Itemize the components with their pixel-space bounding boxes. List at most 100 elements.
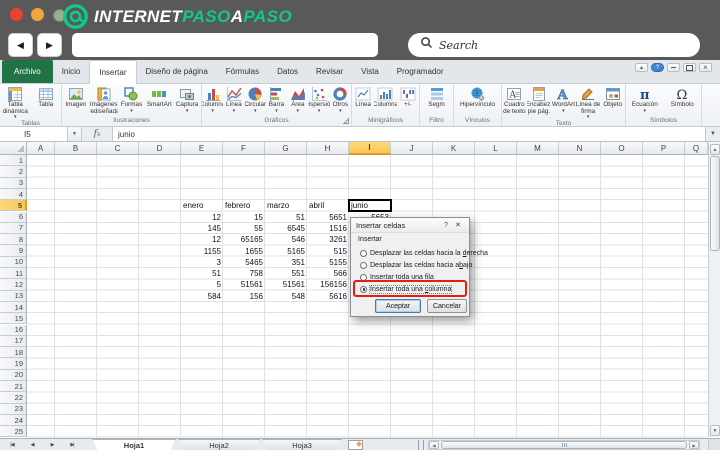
column-header-H[interactable]: H <box>307 142 349 155</box>
row-header-2[interactable]: 2 <box>0 166 27 177</box>
insert-function-button[interactable]: fx <box>82 127 113 141</box>
cell-F13[interactable]: 156 <box>223 291 265 302</box>
ribbon-button-imagen[interactable]: Imagen <box>62 85 90 109</box>
cell-G10[interactable]: 351 <box>265 257 307 268</box>
cell-E13[interactable]: 584 <box>181 291 223 302</box>
cell-H13[interactable]: 5616 <box>307 291 349 302</box>
ribbon-button-wordart[interactable]: AWordArt▾ <box>551 85 576 113</box>
radio-unselected-icon[interactable] <box>360 250 367 257</box>
column-header-L[interactable]: L <box>475 142 517 155</box>
first-sheet-button[interactable]: |◀ <box>4 440 20 450</box>
tab-datos[interactable]: Datos <box>268 60 307 83</box>
next-sheet-button[interactable]: ▶ <box>44 440 60 450</box>
column-header-K[interactable]: K <box>433 142 475 155</box>
address-bar-input[interactable] <box>72 33 378 57</box>
window-close-dot[interactable] <box>10 8 23 21</box>
collapse-ribbon-icon[interactable] <box>635 63 648 72</box>
scroll-right-icon[interactable]: ▶ <box>689 441 699 449</box>
cell-H12[interactable]: 156156 <box>307 279 349 290</box>
row-header-12[interactable]: 12 <box>0 279 27 290</box>
row-header-18[interactable]: 18 <box>0 347 27 358</box>
row-header-14[interactable]: 14 <box>0 302 27 313</box>
scroll-down-icon[interactable]: ▼ <box>710 425 720 436</box>
row-header-3[interactable]: 3 <box>0 178 27 189</box>
column-header-E[interactable]: E <box>181 142 223 155</box>
ribbon-button-ecuaci-n[interactable]: πEcuación▾ <box>626 85 664 113</box>
cell-G9[interactable]: 5165 <box>265 245 307 256</box>
column-header-F[interactable]: F <box>223 142 265 155</box>
column-header-G[interactable]: G <box>265 142 307 155</box>
row-header-22[interactable]: 22 <box>0 392 27 403</box>
ribbon-button-s-mbolo[interactable]: ΩSímbolo <box>664 85 702 109</box>
dialog-close-icon[interactable]: ✕ <box>452 221 464 229</box>
row-header-8[interactable]: 8 <box>0 234 27 245</box>
accept-button[interactable]: Aceptar <box>375 299 421 313</box>
cell-H6[interactable]: 5651 <box>307 212 349 223</box>
cell-F8[interactable]: 65165 <box>223 234 265 245</box>
row-header-20[interactable]: 20 <box>0 370 27 381</box>
window-minimize-dot[interactable] <box>31 8 44 21</box>
dialog-help-icon[interactable]: ? <box>440 222 452 229</box>
close-icon[interactable] <box>699 63 712 72</box>
cell-H5[interactable]: abril <box>307 200 349 211</box>
ribbon-button-l-nea[interactable]: Línea▾ <box>223 85 244 113</box>
cell-H7[interactable]: 1516 <box>307 223 349 234</box>
cell-E11[interactable]: 51 <box>181 268 223 279</box>
cell-G7[interactable]: 6545 <box>265 223 307 234</box>
sheet-tab-hoja2[interactable]: Hoja2 <box>178 439 260 450</box>
ribbon-button-encabez-pie-p-g[interactable]: Encabez. pie pág. <box>527 85 552 115</box>
column-header-A[interactable]: A <box>27 142 55 155</box>
row-header-6[interactable]: 6 <box>0 212 27 223</box>
cell-E6[interactable]: 12 <box>181 212 223 223</box>
prev-sheet-button[interactable]: ◀ <box>24 440 40 450</box>
ribbon-button-columna[interactable]: Columna <box>374 85 396 109</box>
radio-option-desplazar-las-celdas-hacia-abajo[interactable]: Desplazar las celdas hacia abajo <box>360 259 472 271</box>
column-header-I[interactable]: I <box>349 142 391 155</box>
sheet-tab-hoja3[interactable]: Hoja3 <box>262 439 342 450</box>
horizontal-scrollbar[interactable]: ◀ ▶ <box>428 440 700 450</box>
cell-E8[interactable]: 12 <box>181 234 223 245</box>
row-header-10[interactable]: 10 <box>0 257 27 268</box>
row-header-5[interactable]: 5 <box>0 200 27 211</box>
cell-F10[interactable]: 5465 <box>223 257 265 268</box>
ribbon-button-circular[interactable]: Circular▾ <box>245 85 266 113</box>
ribbon-button-tabla[interactable]: Tabla <box>31 85 62 109</box>
ribbon-button-l-nea[interactable]: Línea <box>352 85 374 109</box>
tab-programador[interactable]: Programador <box>388 60 453 83</box>
row-header-23[interactable]: 23 <box>0 404 27 415</box>
tab-insertar[interactable]: Insertar <box>89 60 136 84</box>
ribbon-button-l-nea-de-firma[interactable]: Línea de firma▾ <box>576 85 601 119</box>
ribbon-button-barra[interactable]: Barra▾ <box>266 85 287 113</box>
cell-G8[interactable]: 546 <box>265 234 307 245</box>
insert-worksheet-icon[interactable] <box>348 440 363 450</box>
tab-archivo[interactable]: Archivo <box>2 60 53 83</box>
name-box[interactable]: I5 <box>0 127 68 141</box>
cell-G6[interactable]: 51 <box>265 212 307 223</box>
column-header-M[interactable]: M <box>517 142 559 155</box>
cell-E10[interactable]: 3 <box>181 257 223 268</box>
cell-E12[interactable]: 5 <box>181 279 223 290</box>
cell-H10[interactable]: 5155 <box>307 257 349 268</box>
scroll-up-icon[interactable]: ▲ <box>710 144 720 155</box>
dialog-launcher-icon[interactable] <box>343 118 349 124</box>
row-header-15[interactable]: 15 <box>0 313 27 324</box>
row-header-24[interactable]: 24 <box>0 415 27 426</box>
vertical-scroll-thumb[interactable] <box>710 156 720 251</box>
cell-E7[interactable]: 145 <box>181 223 223 234</box>
ribbon-button-rea[interactable]: Área▾ <box>287 85 308 113</box>
cell-H9[interactable]: 515 <box>307 245 349 256</box>
column-header-N[interactable]: N <box>559 142 601 155</box>
help-icon[interactable] <box>651 63 664 72</box>
row-header-4[interactable]: 4 <box>0 189 27 200</box>
selected-cell-border[interactable] <box>348 199 392 212</box>
cell-F6[interactable]: 15 <box>223 212 265 223</box>
ribbon-button-im-genes-predise-adas[interactable]: Imágenes prediseñadas <box>90 85 118 115</box>
vertical-scrollbar[interactable]: ▲ ▼ <box>708 143 720 437</box>
ribbon-button-[interactable]: +/- <box>397 85 419 109</box>
ribbon-button-captura[interactable]: Captura▾ <box>173 85 201 113</box>
ribbon-button-otros[interactable]: Otros▾ <box>330 85 351 113</box>
cell-E5[interactable]: enero <box>181 200 223 211</box>
back-button[interactable]: ◀ <box>8 33 33 57</box>
forward-button[interactable]: ▶ <box>37 33 62 57</box>
tab-inicio[interactable]: Inicio <box>53 60 90 83</box>
